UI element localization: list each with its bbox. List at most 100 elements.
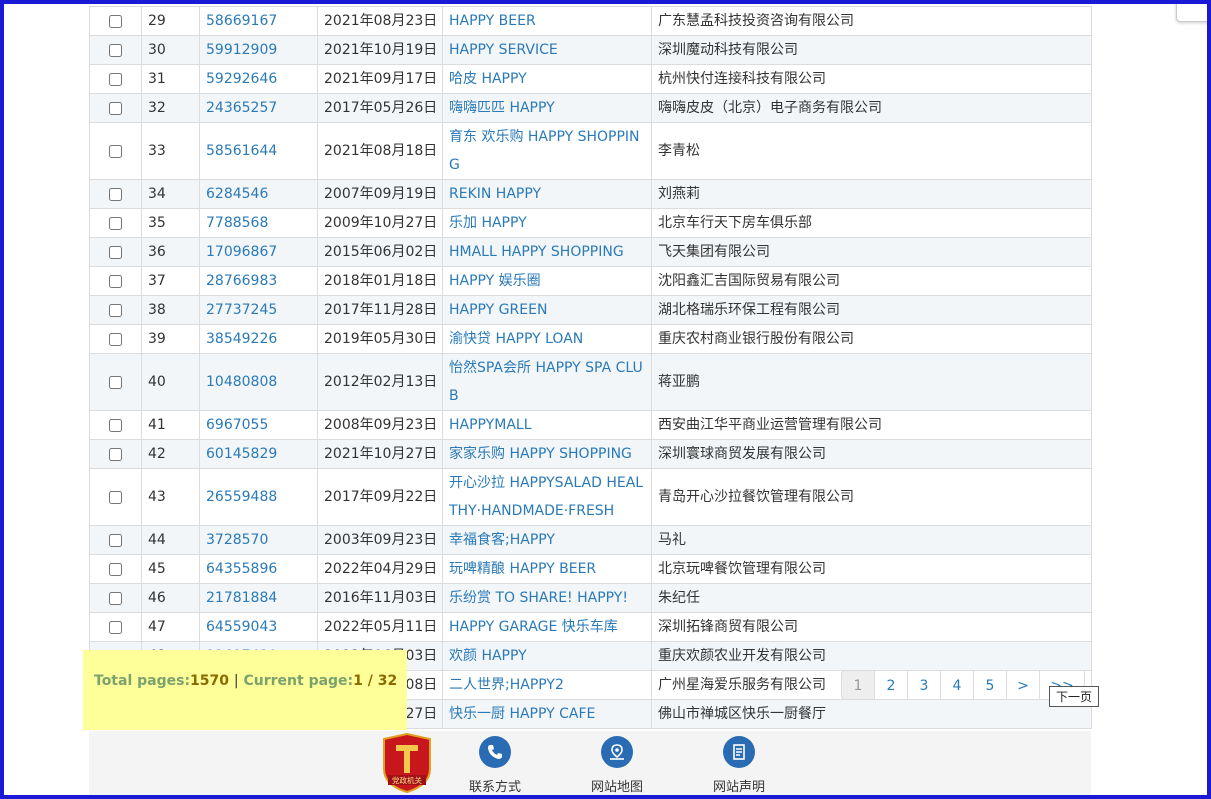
trademark-name-link[interactable]: HAPPY GARAGE 快乐车库 [449, 619, 618, 635]
row-index: 41 [141, 410, 200, 440]
row-checkbox[interactable] [109, 274, 122, 288]
table-row: 44 3728570 2003年09月23日 幸福食客;HAPPY 马礼 [89, 525, 1092, 555]
page-2-button[interactable]: 2 [874, 670, 908, 700]
table-row: 32 24365257 2017年05月26日 嗨嗨匹匹 HAPPY 嗨嗨皮皮（北京）电… [89, 93, 1092, 123]
row-checkbox[interactable] [109, 332, 122, 346]
trademark-name-link[interactable]: 怡然SPA会所 HAPPY SPA CLUB [449, 360, 643, 404]
trademark-name-link[interactable]: HAPPY 娱乐圈 [449, 273, 541, 289]
registration-number-cell: 6284546 [199, 179, 318, 209]
registration-number-link[interactable]: 6967055 [206, 417, 268, 433]
row-index: 32 [141, 93, 200, 123]
trademark-name-link[interactable]: 玩啤精酿 HAPPY BEER [449, 561, 596, 577]
registration-number-link[interactable]: 58561644 [206, 143, 277, 159]
registration-number-cell: 26559488 [199, 468, 318, 526]
trademark-name-link[interactable]: 幸福食客;HAPPY [449, 532, 555, 548]
trademark-name-cell: HAPPY BEER [442, 6, 652, 36]
trademark-name-link[interactable]: 哈皮 HAPPY [449, 71, 527, 87]
trademark-name-link[interactable]: 乐纷赏 TO SHARE! HAPPY! [449, 590, 628, 606]
trademark-name-link[interactable]: 育东 欢乐购 HAPPY SHOPPING [449, 129, 640, 173]
applicant-name: 李青松 [651, 122, 1092, 180]
trademark-name-link[interactable]: REKIN HAPPY [449, 186, 541, 202]
table-row: 47 64559043 2022年05月11日 HAPPY GARAGE 快乐车库 深圳… [89, 612, 1092, 642]
application-date: 2021年08月23日 [317, 6, 443, 36]
registration-number-link[interactable]: 6284546 [206, 186, 268, 202]
table-row: 34 6284546 2007年09月19日 REKIN HAPPY 刘燕莉 [89, 179, 1092, 209]
row-checkbox[interactable] [109, 533, 122, 547]
trademark-name-link[interactable]: HAPPY BEER [449, 13, 536, 29]
registration-number-link[interactable]: 3728570 [206, 532, 268, 548]
trademark-name-link[interactable]: HMALL HAPPY SHOPPING [449, 244, 624, 260]
trademark-name-link[interactable]: 二人世界;HAPPY2 [449, 677, 564, 693]
row-checkbox[interactable] [109, 187, 122, 201]
table-row: 33 58561644 2021年08月18日 育东 欢乐购 HAPPY SHOPPI… [89, 122, 1092, 180]
row-checkbox[interactable] [109, 101, 122, 115]
registration-number-link[interactable]: 28766983 [206, 273, 277, 289]
registration-number-link[interactable]: 7788568 [206, 215, 268, 231]
registration-number-link[interactable]: 10480808 [206, 374, 277, 390]
page-1-button[interactable]: 1 [841, 670, 875, 700]
registration-number-link[interactable]: 64559043 [206, 619, 277, 635]
row-checkbox[interactable] [109, 14, 122, 28]
page-4-button[interactable]: 4 [940, 670, 974, 700]
row-checkbox[interactable] [109, 490, 122, 504]
row-checkbox[interactable] [109, 591, 122, 605]
row-checkbox[interactable] [109, 245, 122, 259]
next-page-button[interactable]: > [1006, 670, 1040, 700]
checkbox-cell [89, 439, 142, 469]
row-checkbox[interactable] [109, 43, 122, 57]
checkbox-cell [89, 35, 142, 65]
trademark-name-link[interactable]: 快乐一厨 HAPPY CAFE [449, 706, 595, 722]
footer-link-contact[interactable]: 联系方式 [450, 736, 540, 795]
registration-number-link[interactable]: 26559488 [206, 489, 277, 505]
trademark-name-link[interactable]: HAPPY GREEN [449, 302, 547, 318]
page-5-button[interactable]: 5 [973, 670, 1007, 700]
row-checkbox[interactable] [109, 72, 122, 86]
trademark-name-cell: 怡然SPA会所 HAPPY SPA CLUB [442, 353, 652, 411]
footer-link-sitemap[interactable]: 网站地图 [572, 736, 662, 795]
trademark-name-link[interactable]: 嗨嗨匹匹 HAPPY [449, 100, 555, 116]
registration-number-link[interactable]: 58669167 [206, 13, 277, 29]
checkbox-cell [89, 295, 142, 325]
row-index: 30 [141, 35, 200, 65]
party-government-emblem-icon[interactable]: 党政机关 [380, 732, 434, 794]
row-checkbox[interactable] [109, 375, 122, 389]
trademark-name-link[interactable]: 乐加 HAPPY [449, 215, 527, 231]
registration-number-link[interactable]: 27737245 [206, 302, 277, 318]
trademark-name-link[interactable]: 欢颜 HAPPY [449, 648, 527, 664]
application-date: 2019年05月30日 [317, 324, 443, 354]
registration-number-link[interactable]: 24365257 [206, 100, 277, 116]
registration-number-link[interactable]: 64355896 [206, 561, 277, 577]
trademark-name-cell: HAPPY GREEN [442, 295, 652, 325]
row-checkbox[interactable] [109, 620, 122, 634]
registration-number-link[interactable]: 38549226 [206, 331, 277, 347]
row-checkbox[interactable] [109, 303, 122, 317]
table-row: 29 58669167 2021年08月23日 HAPPY BEER 广东慧孟科技投资咨… [89, 6, 1092, 36]
registration-number-link[interactable]: 59912909 [206, 42, 277, 58]
checkbox-cell [89, 266, 142, 296]
footer-link-statement[interactable]: 网站声明 [694, 736, 784, 795]
page-3-button[interactable]: 3 [907, 670, 941, 700]
registration-number-link[interactable]: 59292646 [206, 71, 277, 87]
checkbox-cell [89, 237, 142, 267]
row-checkbox[interactable] [109, 216, 122, 230]
registration-number-link[interactable]: 21781884 [206, 590, 277, 606]
checkbox-cell [89, 353, 142, 411]
page-info: Total pages:1570 | Current page:1 / 32 [94, 673, 397, 689]
applicant-name: 深圳魔动科技有限公司 [651, 35, 1092, 65]
trademark-name-link[interactable]: 渝快贷 HAPPY LOAN [449, 331, 583, 347]
registration-number-link[interactable]: 17096867 [206, 244, 277, 260]
trademark-name-link[interactable]: 家家乐购 HAPPY SHOPPING [449, 446, 632, 462]
registration-number-link[interactable]: 60145829 [206, 446, 277, 462]
application-date: 2022年04月29日 [317, 554, 443, 584]
trademark-name-link[interactable]: HAPPYMALL [449, 417, 532, 433]
trademark-name-link[interactable]: 开心沙拉 HAPPYSALAD HEALTHY·HANDMADE·FRESH [449, 475, 643, 519]
checkbox-cell [89, 93, 142, 123]
trademark-name-link[interactable]: HAPPY SERVICE [449, 42, 558, 58]
row-checkbox[interactable] [109, 418, 122, 432]
row-checkbox[interactable] [109, 562, 122, 576]
floating-button[interactable] [1176, 0, 1211, 22]
row-checkbox[interactable] [109, 447, 122, 461]
row-checkbox[interactable] [109, 144, 122, 158]
table-row: 35 7788568 2009年10月27日 乐加 HAPPY 北京车行天下房车俱乐部 [89, 208, 1092, 238]
table-row: 40 10480808 2012年02月13日 怡然SPA会所 HAPPY SPA C… [89, 353, 1092, 411]
